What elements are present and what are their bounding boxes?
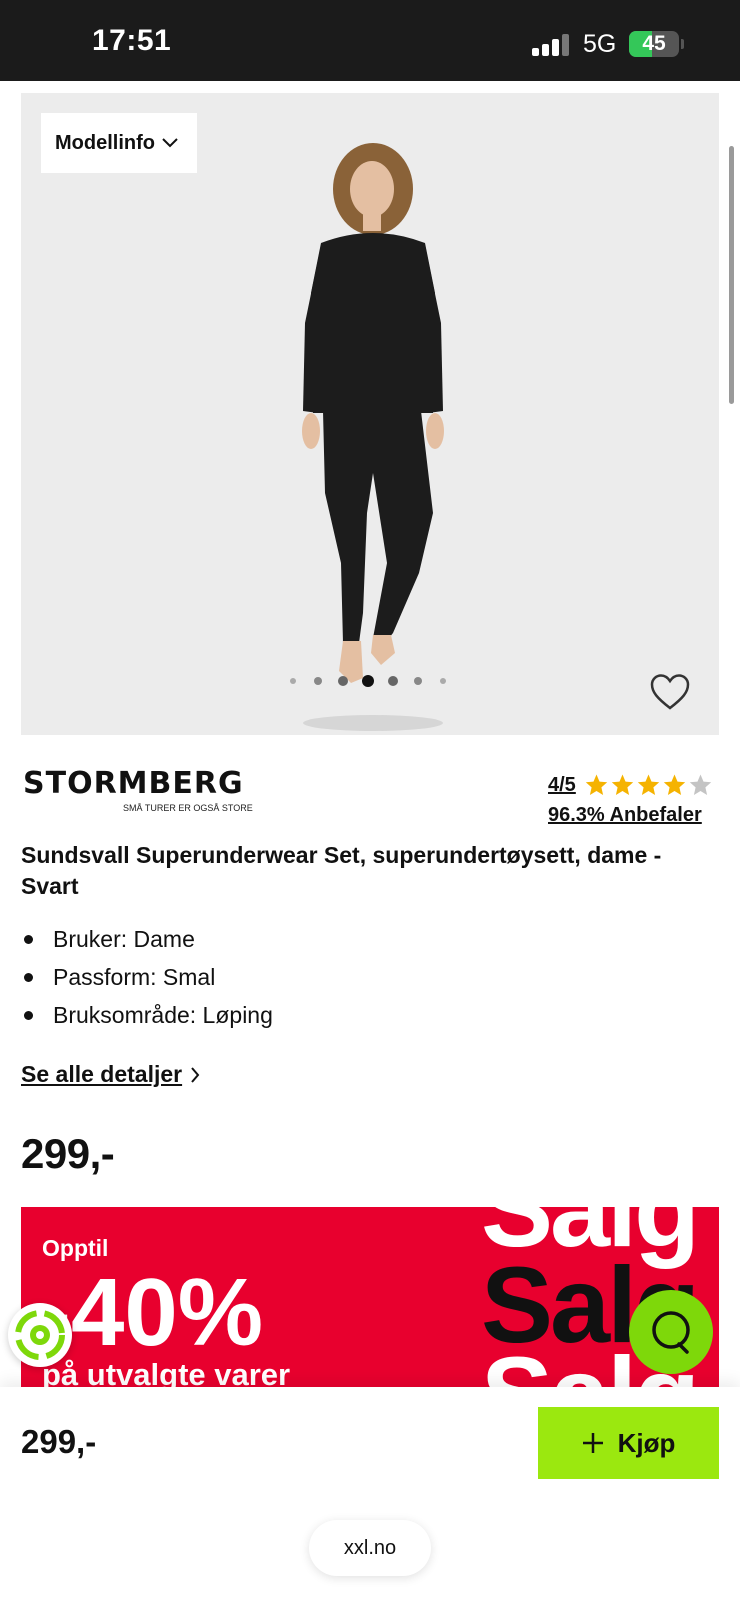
model-info-label: Modellinfo [55,131,155,154]
pagination-dot[interactable] [314,677,322,685]
buy-button-label: Kjøp [617,1427,676,1458]
battery-icon: 45 [629,31,679,57]
brand-tagline: SMÅ TURER ER OGSÅ STORE [123,803,253,813]
browser-url-bar[interactable]: xxl.no [309,1520,431,1576]
banner-upto: Opptil [42,1235,109,1261]
pagination-dot[interactable] [388,676,398,686]
recommend-link[interactable]: 96.3% Anbefaler [548,804,702,827]
feature-item: Bruker: Dame [21,922,273,960]
sticky-price: 299,- [21,1423,97,1460]
brand-name: STORMBERG [23,766,244,801]
pagination-dot[interactable] [362,675,374,687]
product-image-gallery[interactable]: Modellinfo [21,93,719,735]
brand-logo[interactable]: STORMBERG SMÅ TURER ER OGSÅ STORE [23,768,263,818]
star-icon [689,774,712,795]
product-rating[interactable]: 4/5 [548,773,713,797]
chat-icon [652,1311,690,1354]
pagination-dot[interactable] [440,678,446,684]
pagination-dot[interactable] [338,676,348,686]
pagination-dot[interactable] [290,678,296,684]
rewards-icon[interactable] [8,1303,72,1367]
sticky-purchase-bar: 299,- Kjøp xxl.no [0,1387,740,1600]
product-photo [302,143,444,731]
product-features: Bruker: Dame Passform: Smal Bruksområde:… [21,922,273,1036]
chevron-right-icon [191,1066,200,1083]
battery-tip [681,39,684,49]
banner-subtitle: på utvalgte varer [42,1357,291,1387]
battery-level: 45 [642,32,666,55]
product-price: 299,- [21,1130,115,1177]
chevron-down-icon [162,138,178,148]
chat-button[interactable] [629,1290,713,1374]
star-icon [637,774,660,795]
banner-percent: -40% [39,1259,264,1366]
status-time: 17:51 [92,24,172,57]
heart-icon[interactable] [649,673,691,711]
plus-icon [582,1433,603,1453]
page-scrollbar[interactable] [729,146,734,404]
see-all-details-link[interactable]: Se alle detaljer [21,1061,200,1088]
star-icon [611,774,634,795]
details-link-label: Se alle detaljer [21,1061,183,1087]
image-pagination-dots[interactable] [287,671,457,691]
rating-stars [584,773,713,797]
buy-button[interactable]: Kjøp [538,1407,719,1479]
feature-item: Bruksområde: Løping [21,998,273,1036]
cellular-signal-icon [532,32,572,56]
pagination-dot[interactable] [414,677,422,685]
star-icon [663,774,686,795]
rating-score[interactable]: 4/5 [548,774,576,797]
product-title: Sundsvall Superunderwear Set, superunder… [21,842,662,899]
network-type: 5G [583,30,617,58]
status-bar: 17:51 5G 45 [0,0,740,81]
model-info-button[interactable]: Modellinfo [41,113,197,173]
sale-banner[interactable]: Salg Salg Salg Opptil -40% på utvalgte v… [21,1207,719,1387]
star-icon [585,774,608,795]
feature-item: Passform: Smal [21,960,273,998]
url-text: xxl.no [343,1536,397,1559]
